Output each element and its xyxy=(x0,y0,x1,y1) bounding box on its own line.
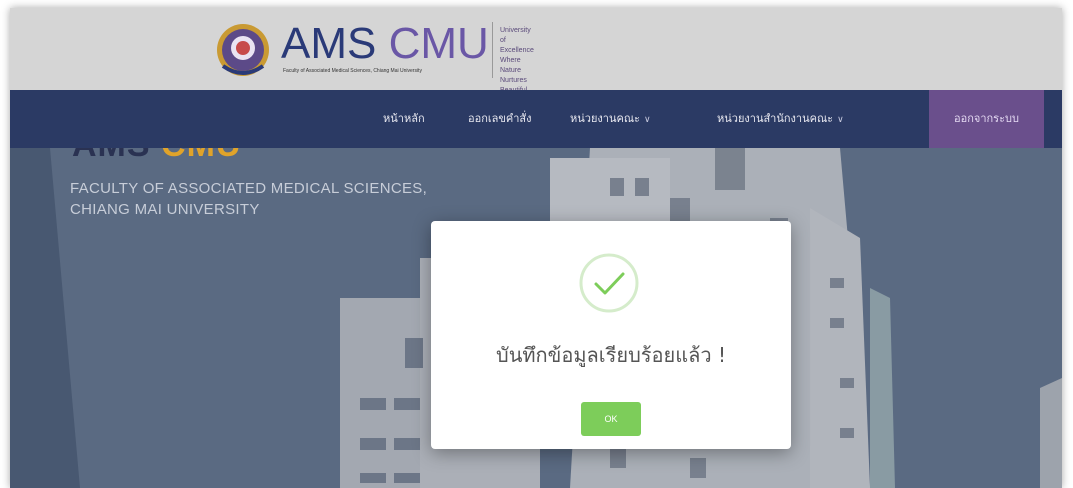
faculty-seal-icon xyxy=(217,24,269,76)
brand-ams: AMS xyxy=(281,19,377,68)
nav-item-label: หน่วยงานคณะ xyxy=(570,113,640,125)
hero-title: AMS CMU xyxy=(72,148,241,165)
success-dialog: บันทึกข้อมูลเรียบร้อยแล้ว ! OK xyxy=(431,221,791,449)
brand-name: AMS CMU xyxy=(281,18,489,70)
ok-button[interactable]: OK xyxy=(581,402,641,436)
brand-subtitle: Faculty of Associated Medical Sciences, … xyxy=(283,68,422,74)
site-header: AMS CMU Faculty of Associated Medical Sc… xyxy=(10,8,1062,104)
browser-viewport: AMS CMU Faculty of Associated Medical Sc… xyxy=(10,8,1062,488)
tagline-line: University of Excellence xyxy=(500,27,534,54)
nav-item-label: หน้าหลัก xyxy=(383,113,425,125)
main-nav: หน้าหลัก ออกเลขคำสั่ง หน่วยงานคณะ ∨ หน่วย… xyxy=(10,90,1062,148)
hero-subtitle-line: FACULTY OF ASSOCIATED MEDICAL SCIENCES, xyxy=(70,180,428,197)
dialog-message: บันทึกข้อมูลเรียบร้อยแล้ว ! xyxy=(496,343,726,367)
logout-button[interactable]: ออกจากระบบ xyxy=(929,90,1044,148)
chevron-down-icon: ∨ xyxy=(643,114,651,124)
hero-title-cmu: CMU xyxy=(161,148,241,164)
brand-cmu: CMU xyxy=(388,19,489,68)
nav-item-issue-order[interactable]: ออกเลขคำสั่ง xyxy=(468,90,532,148)
tagline-line: Where Nature Nurtures xyxy=(500,57,527,84)
check-circle-icon xyxy=(579,253,639,313)
nav-item-office-units[interactable]: หน่วยงานสำนักงานคณะ ∨ xyxy=(717,90,844,148)
nav-item-label: ออกเลขคำสั่ง xyxy=(468,113,532,125)
hero-subtitle: FACULTY OF ASSOCIATED MEDICAL SCIENCES, … xyxy=(70,178,427,220)
nav-item-faculty-units[interactable]: หน่วยงานคณะ ∨ xyxy=(570,90,651,148)
logo-divider xyxy=(492,22,493,78)
hero-subtitle-line: CHIANG MAI UNIVERSITY xyxy=(70,201,260,218)
nav-item-home[interactable]: หน้าหลัก xyxy=(383,90,425,148)
chevron-down-icon: ∨ xyxy=(837,114,844,124)
hero-title-ams: AMS xyxy=(72,148,151,164)
nav-item-label: หน่วยงานสำนักงานคณะ xyxy=(717,113,834,125)
